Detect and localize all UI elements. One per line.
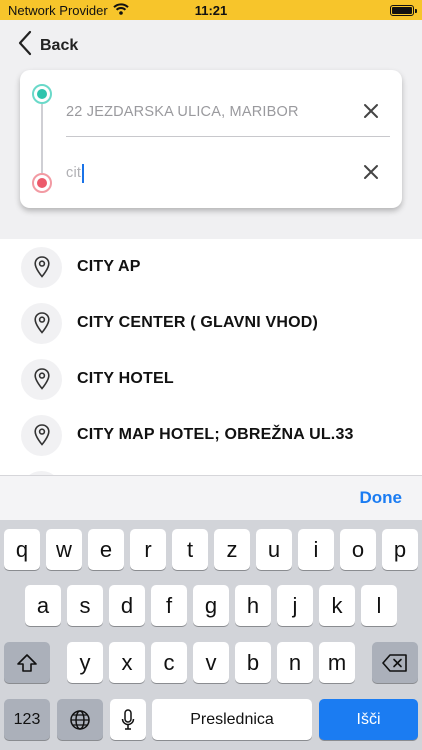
- keyboard-toolbar: Done: [0, 475, 422, 520]
- key-s[interactable]: s: [67, 585, 103, 626]
- suggestion-item[interactable]: CITY HOTEL: [0, 351, 422, 407]
- destination-value: cit: [66, 165, 82, 181]
- suggestion-label: CITY HOTEL: [77, 370, 174, 387]
- key-m[interactable]: m: [319, 642, 355, 683]
- clear-origin-button[interactable]: [362, 102, 380, 120]
- text-cursor: [82, 163, 85, 183]
- key-a[interactable]: a: [25, 585, 61, 626]
- shift-icon: [17, 653, 37, 672]
- suggestion-label: CITY CENTER ( GLAVNI VHOD): [77, 314, 319, 331]
- key-f[interactable]: f: [151, 585, 187, 626]
- key-w[interactable]: w: [46, 529, 82, 570]
- close-icon: [364, 104, 378, 118]
- suggestion-item[interactable]: CITY CENTER ( GLAVNI VHOD): [0, 295, 422, 351]
- suggestion-item[interactable]: CITY MAP HOTEL; OBREŽNA UL.33: [0, 407, 422, 463]
- end-point-icon: [32, 173, 52, 193]
- suggestion-label: CITY MAP HOTEL; OBREŽNA UL.33: [77, 426, 354, 443]
- battery-icon: [390, 5, 417, 16]
- key-y[interactable]: y: [67, 642, 103, 683]
- globe-icon: [70, 709, 90, 730]
- destination-field[interactable]: cit: [66, 158, 392, 188]
- key-z[interactable]: z: [214, 529, 250, 570]
- key-b[interactable]: b: [235, 642, 271, 683]
- origin-field[interactable]: 22 JEZDARSKA ULICA, MARIBOR: [66, 97, 392, 127]
- search-return-key[interactable]: Išči: [319, 699, 418, 740]
- microphone-icon: [121, 708, 135, 730]
- key-h[interactable]: h: [235, 585, 271, 626]
- key-v[interactable]: v: [193, 642, 229, 683]
- suggestion-item[interactable]: CITY AP: [0, 239, 422, 295]
- status-bar: Network Provider 11:21: [0, 0, 422, 20]
- done-button[interactable]: Done: [360, 488, 403, 508]
- shift-key[interactable]: [4, 642, 50, 683]
- key-i[interactable]: i: [298, 529, 334, 570]
- key-g[interactable]: g: [193, 585, 229, 626]
- key-p[interactable]: p: [382, 529, 418, 570]
- back-button[interactable]: Back: [18, 30, 78, 61]
- key-e[interactable]: e: [88, 529, 124, 570]
- key-x[interactable]: x: [109, 642, 145, 683]
- key-c[interactable]: c: [151, 642, 187, 683]
- key-d[interactable]: d: [109, 585, 145, 626]
- chevron-left-icon: [18, 30, 32, 61]
- key-q[interactable]: q: [4, 529, 40, 570]
- key-o[interactable]: o: [340, 529, 376, 570]
- suggestion-item-partial[interactable]: [0, 463, 422, 475]
- route-header: Back 22 JEZDARSKA ULICA, MARIBOR cit: [0, 20, 422, 239]
- wifi-icon: [113, 2, 129, 18]
- close-icon: [364, 165, 378, 179]
- carrier-label: Network Provider: [8, 2, 108, 18]
- location-pin-icon: [21, 246, 62, 288]
- route-card: 22 JEZDARSKA ULICA, MARIBOR cit: [20, 70, 402, 208]
- origin-value: 22 JEZDARSKA ULICA, MARIBOR: [66, 104, 299, 120]
- clear-destination-button[interactable]: [362, 163, 380, 181]
- space-key[interactable]: Preslednica: [152, 699, 312, 740]
- suggestion-label: CITY AP: [77, 258, 141, 275]
- start-point-icon: [32, 84, 52, 104]
- field-divider: [66, 136, 390, 137]
- key-r[interactable]: r: [130, 529, 166, 570]
- globe-key[interactable]: [57, 699, 103, 740]
- back-label: Back: [40, 36, 79, 54]
- key-n[interactable]: n: [277, 642, 313, 683]
- numbers-key[interactable]: 123: [4, 699, 50, 740]
- keyboard: q w e r t z u i o p a s d f g h j k l y …: [0, 520, 422, 750]
- key-k[interactable]: k: [319, 585, 355, 626]
- location-pin-icon: [21, 358, 62, 400]
- suggestions-list: CITY AP CITY CENTER ( GLAVNI VHOD) CITY …: [0, 239, 422, 475]
- route-connector: [41, 104, 43, 173]
- dictation-key[interactable]: [110, 699, 146, 740]
- delete-key[interactable]: [372, 642, 418, 683]
- key-t[interactable]: t: [172, 529, 208, 570]
- backspace-icon: [382, 653, 407, 672]
- location-pin-icon: [21, 414, 62, 456]
- location-pin-icon: [21, 302, 62, 344]
- key-j[interactable]: j: [277, 585, 313, 626]
- key-l[interactable]: l: [361, 585, 397, 626]
- key-u[interactable]: u: [256, 529, 292, 570]
